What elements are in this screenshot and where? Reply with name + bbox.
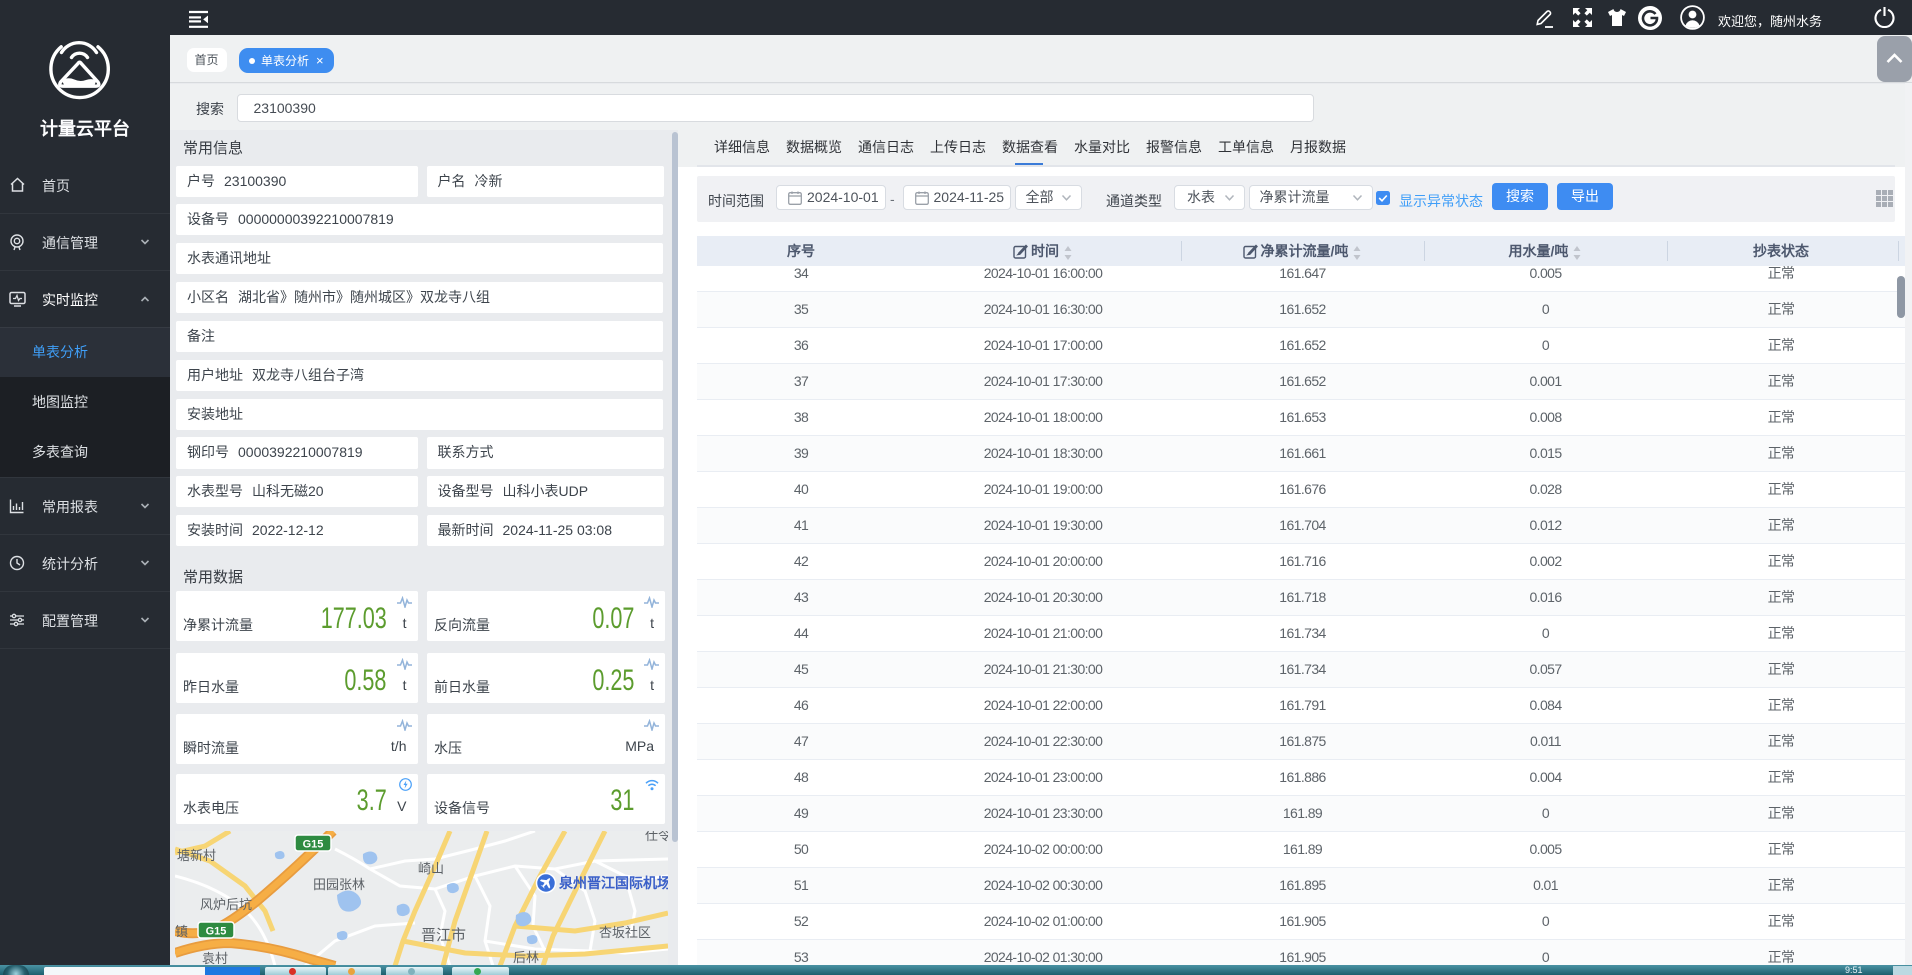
- svg-text:田园张林: 田园张林: [313, 877, 365, 892]
- svg-text:风炉后坑: 风炉后坑: [200, 897, 252, 912]
- svg-text:塘新村: 塘新村: [177, 848, 216, 863]
- svg-text:G15: G15: [206, 926, 227, 938]
- svg-text:杏坂社区: 杏坂社区: [599, 925, 651, 940]
- svg-text:崎山: 崎山: [418, 861, 444, 876]
- svg-text:后林: 后林: [513, 950, 539, 965]
- svg-text:仕令: 仕令: [645, 831, 668, 843]
- svg-text:G15: G15: [303, 839, 324, 851]
- svg-text:镇: 镇: [175, 924, 188, 939]
- svg-text:袁村: 袁村: [202, 951, 228, 966]
- svg-text:晋江市: 晋江市: [421, 927, 466, 944]
- svg-text:泉州晋江国际机场: 泉州晋江国际机场: [559, 875, 668, 891]
